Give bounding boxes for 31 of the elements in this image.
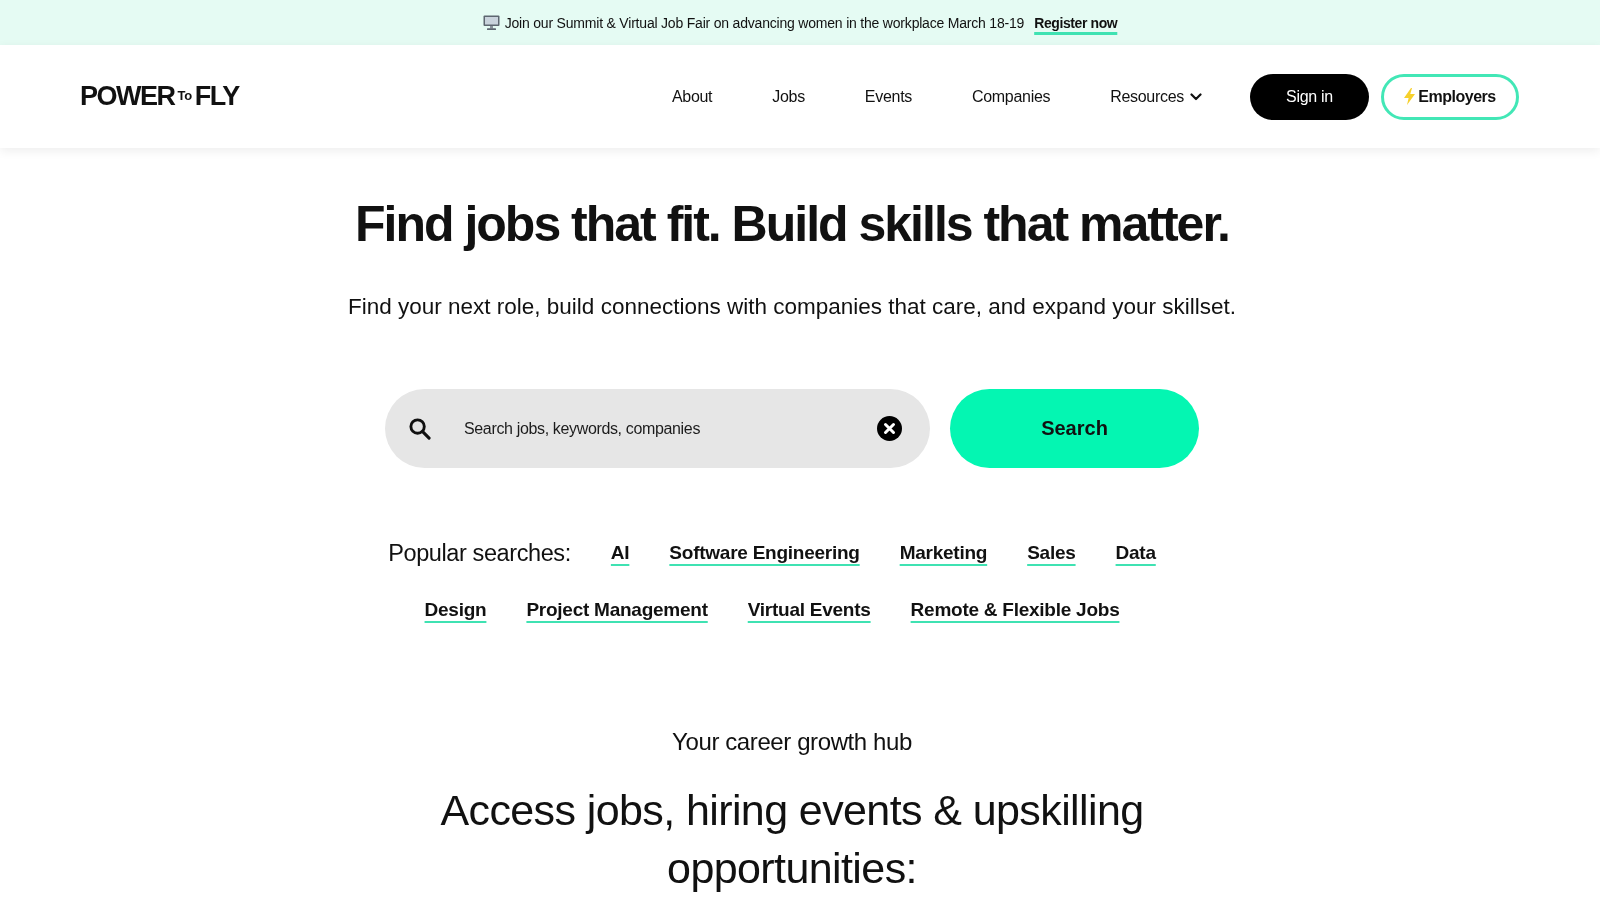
popular-search-link[interactable]: Data	[1115, 535, 1156, 571]
section-eyebrow: Your career growth hub	[672, 727, 912, 757]
employers-button[interactable]: Employers	[1381, 73, 1519, 120]
popular-search-link[interactable]: Remote & Flexible Jobs	[910, 592, 1120, 628]
popular-search-link[interactable]: Sales	[1027, 535, 1076, 571]
popular-searches-label: Popular searches:	[388, 539, 571, 568]
nav-link[interactable]: About	[671, 87, 713, 106]
search-field[interactable]: Search jobs, keywords, companies	[385, 389, 930, 468]
monitor-icon	[482, 15, 500, 30]
announcement-text: Join our Summit & Virtual Job Fair on advancing women in the workplace March 18-19	[504, 14, 1025, 31]
search-icon	[408, 417, 431, 440]
logo[interactable]: POWER$^{To}$ FLY	[80, 83, 239, 110]
sign-in-button[interactable]: Sign in	[1250, 73, 1369, 120]
nav-link[interactable]: Companies	[972, 87, 1051, 106]
nav-link[interactable]: Jobs	[772, 87, 805, 106]
popular-search-link[interactable]: Virtual Events	[747, 592, 871, 628]
nav-link[interactable]: Events	[864, 87, 912, 106]
popular-search-link[interactable]: Design	[424, 592, 487, 628]
popular-search-link[interactable]: AI	[610, 535, 630, 571]
popular-search-link[interactable]: Project Management	[526, 592, 708, 628]
hero-subtitle: Find your next role, build connections with companies that care, and expand your skillset.	[348, 293, 1236, 321]
popular-search-link[interactable]: Marketing	[899, 535, 988, 571]
lightning-bolt-icon	[1404, 88, 1416, 105]
popular-search-link[interactable]: Software Engineering	[669, 535, 860, 571]
chevron-down-icon	[1190, 92, 1202, 101]
register-link[interactable]: Register now	[1034, 14, 1118, 31]
section-heading: Access jobs, hiring events & upskilling opportunities:	[439, 785, 1145, 894]
nav-link[interactable]: Resources	[1110, 87, 1202, 106]
page-heading: Find jobs that fit. Build skills that matter.	[355, 195, 1229, 254]
clear-icon[interactable]	[877, 416, 902, 441]
search-button[interactable]: Search	[950, 389, 1199, 468]
